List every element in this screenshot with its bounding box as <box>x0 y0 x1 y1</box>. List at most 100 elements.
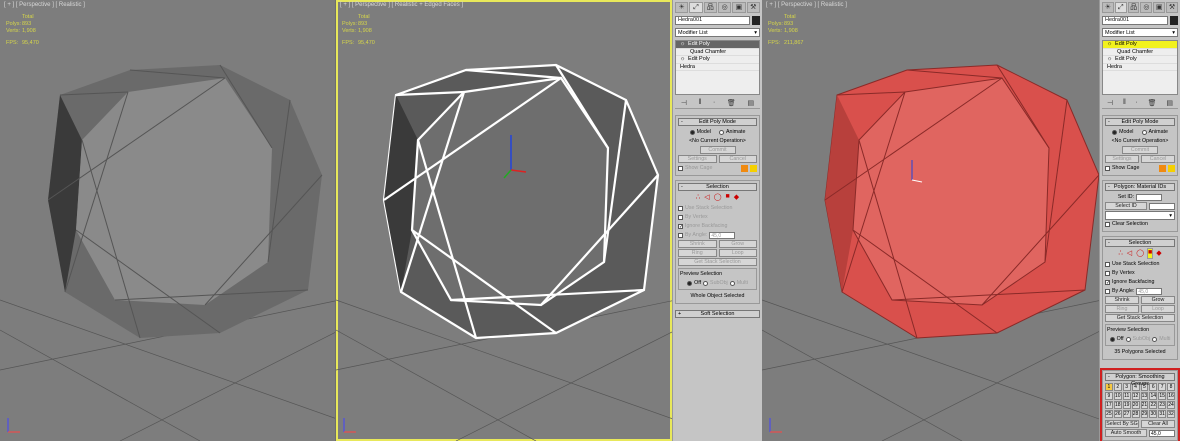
create-tab-icon[interactable]: ☀ <box>675 2 689 13</box>
viewport-label[interactable]: [ + ] [ Perspective ] [ Realistic ] <box>4 2 85 8</box>
preview-off-radio[interactable] <box>1109 336 1115 342</box>
cage-color-1[interactable] <box>741 164 748 172</box>
cage-color-2[interactable] <box>750 164 757 172</box>
motion-tab-icon[interactable]: ◎ <box>1140 2 1153 13</box>
smoothing-group-button[interactable]: 20 <box>1131 401 1140 409</box>
viewport-left[interactable]: [ + ] [ Perspective ] [ Realistic ] Tota… <box>0 0 335 441</box>
loop-button[interactable]: Loop <box>1141 305 1175 313</box>
hierarchy-tab-icon[interactable]: 品 <box>1127 2 1140 13</box>
smoothing-group-button[interactable]: 18 <box>1113 401 1122 409</box>
viewport-label[interactable]: [ + ] [ Perspective ] [ Realistic ] <box>766 2 847 8</box>
viewport-middle[interactable]: [ + ] [ Perspective ] [ Realistic + Edge… <box>336 0 672 441</box>
ignore-backfacing-checkbox[interactable]: ✓ <box>1105 279 1110 285</box>
display-tab-icon[interactable]: ▣ <box>732 2 746 13</box>
preview-multi-radio[interactable] <box>729 280 735 286</box>
smoothing-group-button[interactable]: 21 <box>1140 401 1149 409</box>
pin-stack-icon[interactable]: ⊣ <box>681 99 687 108</box>
vertex-mode-icon[interactable]: ∴ <box>1118 249 1122 258</box>
clear-selection-checkbox[interactable] <box>1105 221 1110 227</box>
grow-button[interactable]: Grow <box>718 240 757 248</box>
viewport-right[interactable]: [ + ] [ Perspective ] [ Realistic ] Tota… <box>762 0 1099 441</box>
use-stack-checkbox[interactable] <box>1105 261 1110 267</box>
animate-radio[interactable] <box>1141 129 1147 135</box>
motion-tab-icon[interactable]: ◎ <box>717 2 732 13</box>
make-unique-icon[interactable]: ∙ <box>1136 99 1138 108</box>
smoothing-group-button[interactable]: 27 <box>1122 410 1131 418</box>
select-by-sg-button[interactable]: Select By SG <box>1105 420 1139 428</box>
bulb-icon[interactable]: ☼ <box>1107 41 1112 48</box>
rollout-header[interactable]: - Polygon: Smoothing Groups <box>1105 373 1175 387</box>
show-end-result-icon[interactable]: ‖ <box>699 99 702 108</box>
smoothing-group-button[interactable]: 14 <box>1149 392 1158 400</box>
create-tab-icon[interactable]: ☀ <box>1102 2 1114 13</box>
polygon-mode-icon[interactable]: ■ <box>1146 248 1154 259</box>
loop-button[interactable]: Loop <box>718 249 757 257</box>
settings-button[interactable]: Settings <box>1105 155 1139 163</box>
select-id-button[interactable]: Select ID <box>1105 202 1147 210</box>
smoothing-group-button[interactable]: 6 <box>1149 383 1158 391</box>
object-name-input[interactable]: Hedra001 <box>1102 16 1168 25</box>
smoothing-group-button[interactable]: 19 <box>1122 401 1131 409</box>
rollout-header[interactable]: - Edit Poly Mode <box>678 118 757 126</box>
by-angle-checkbox[interactable] <box>1105 288 1110 294</box>
rollout-header[interactable]: - Selection <box>1105 239 1175 247</box>
smoothing-group-button[interactable]: 17 <box>1105 401 1113 409</box>
by-vertex-checkbox[interactable] <box>1105 270 1110 276</box>
remove-modifier-icon[interactable]: 🗑 <box>1148 99 1157 108</box>
model-radio[interactable] <box>689 129 695 135</box>
configure-sets-icon[interactable]: ▤ <box>748 99 755 108</box>
smoothing-group-button[interactable]: 28 <box>1131 410 1140 418</box>
utilities-tab-icon[interactable]: ⚒ <box>746 2 760 13</box>
by-angle-checkbox[interactable] <box>678 232 683 238</box>
modifier-stack-item[interactable]: Quad Chamfer <box>676 49 759 56</box>
element-mode-icon[interactable]: ◆ <box>734 193 739 202</box>
viewport-label[interactable]: [ + ] [ Perspective ] [ Realistic + Edge… <box>340 2 463 8</box>
smoothing-group-button[interactable]: 23 <box>1158 401 1167 409</box>
bulb-icon[interactable]: ☼ <box>680 41 685 48</box>
soft-selection-rollout-header[interactable]: + Soft Selection <box>675 310 760 318</box>
display-tab-icon[interactable]: ▣ <box>1153 2 1166 13</box>
preview-subobj-radio[interactable] <box>1125 336 1131 342</box>
show-cage-checkbox[interactable] <box>1105 165 1110 171</box>
object-color-swatch[interactable] <box>1170 16 1178 25</box>
modifier-stack-item[interactable]: Quad Chamfer <box>1103 49 1177 56</box>
auto-smooth-button[interactable]: Auto Smooth <box>1105 429 1147 437</box>
get-stack-selection-button[interactable]: Get Stack Selection <box>1105 314 1175 322</box>
border-mode-icon[interactable]: ◯ <box>714 193 722 202</box>
select-id-spinner[interactable] <box>1149 202 1175 210</box>
show-cage-checkbox[interactable] <box>678 165 683 171</box>
modify-tab-icon[interactable]: ⤢ <box>689 2 703 13</box>
modifier-stack-item[interactable]: ☼ Edit Poly <box>676 41 759 49</box>
smoothing-group-button[interactable]: 10 <box>1113 392 1122 400</box>
commit-button[interactable]: Commit <box>699 146 736 154</box>
cancel-button[interactable]: Cancel <box>1141 155 1175 163</box>
grow-button[interactable]: Grow <box>1141 296 1175 304</box>
smoothing-group-button[interactable]: 13 <box>1140 392 1149 400</box>
smoothing-group-button[interactable]: 1 <box>1105 383 1113 391</box>
smoothing-group-button[interactable]: 30 <box>1149 410 1158 418</box>
edge-mode-icon[interactable]: ◁ <box>704 193 709 202</box>
shrink-button[interactable]: Shrink <box>678 240 717 248</box>
angle-spinner[interactable]: 45,0 <box>709 231 736 239</box>
object-name-input[interactable]: Hedra001 <box>675 16 750 25</box>
bulb-icon[interactable]: ☼ <box>1107 56 1112 63</box>
polygon-mode-icon[interactable]: ■ <box>726 193 730 202</box>
preview-multi-radio[interactable] <box>1152 336 1158 342</box>
smoothing-group-button[interactable]: 12 <box>1131 392 1140 400</box>
smoothing-group-button[interactable]: 9 <box>1105 392 1113 400</box>
vertex-mode-icon[interactable]: ∴ <box>696 193 700 202</box>
border-mode-icon[interactable]: ◯ <box>1136 249 1144 258</box>
cage-color-1[interactable] <box>1159 164 1166 172</box>
material-name-dropdown[interactable]: ▾ <box>1105 210 1175 220</box>
commit-button[interactable]: Commit <box>1122 146 1158 154</box>
rollout-header[interactable]: - Polygon: Material IDs <box>1105 183 1175 191</box>
use-stack-checkbox[interactable] <box>678 205 683 211</box>
angle-spinner[interactable]: 45,0 <box>1136 287 1163 295</box>
smoothing-group-button[interactable]: 15 <box>1158 392 1167 400</box>
animate-radio[interactable] <box>719 129 724 135</box>
model-radio[interactable] <box>1112 129 1118 135</box>
modifier-stack-item[interactable]: Hedra <box>1103 64 1177 71</box>
settings-button[interactable]: Settings <box>678 155 717 163</box>
make-unique-icon[interactable]: ∙ <box>713 99 715 108</box>
smoothing-group-button[interactable]: 3 <box>1122 383 1131 391</box>
